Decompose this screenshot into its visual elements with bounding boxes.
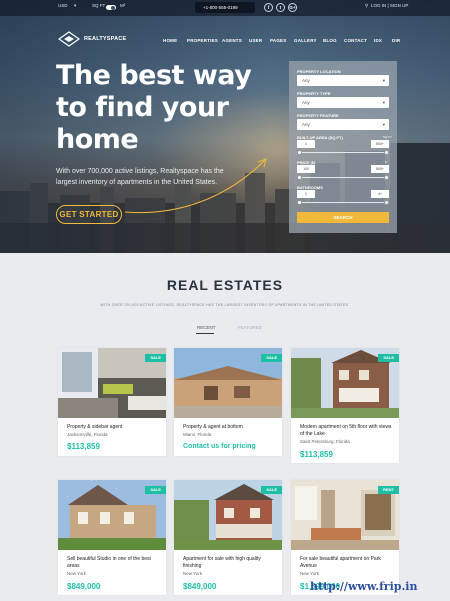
tab-featured[interactable]: FEATURED xyxy=(238,325,262,330)
price-min-field[interactable]: 100 xyxy=(297,165,315,173)
login-signup-link[interactable]: LOG IN | SIGN UP xyxy=(371,3,408,8)
nav-user[interactable]: USER xyxy=(249,38,262,43)
google-plus-icon[interactable]: G+ xyxy=(288,3,297,12)
card-price: Contact us for pricing xyxy=(183,443,256,450)
headline-line-1: The best way xyxy=(56,60,252,91)
nav-agents[interactable]: AGENTS xyxy=(222,38,242,43)
search-panel: PROPERTY LOCATION Any ▾ PROPERTY TYPE Any… xyxy=(289,61,397,233)
property-card[interactable]: SALE Modern apartment on 5th floor with … xyxy=(291,348,399,463)
chevron-down-icon: ▾ xyxy=(382,78,385,83)
status-badge: SALE xyxy=(261,486,282,494)
unit-label: SQ FT xyxy=(92,3,106,8)
nav-dir[interactable]: DIR xyxy=(392,38,400,43)
headline-line-2: to find your xyxy=(56,92,229,123)
type-label: PROPERTY TYPE xyxy=(297,91,331,96)
unit-toggle[interactable] xyxy=(106,5,116,10)
card-location: New York xyxy=(183,571,203,576)
nav-home[interactable]: HOME xyxy=(163,38,177,43)
get-started-button[interactable]: GET STARTED xyxy=(56,205,122,224)
hero-headline: The best way to find your home xyxy=(56,60,256,156)
card-title[interactable]: Apartment for sale with high quality fin… xyxy=(183,556,275,570)
currency-selector[interactable]: USD xyxy=(58,3,68,8)
card-title[interactable]: For sale beautiful apartment on Park Ave… xyxy=(300,556,392,570)
nav-blog[interactable]: BLOG xyxy=(323,38,337,43)
price-slider[interactable] xyxy=(297,175,389,180)
card-price: $113,859 xyxy=(300,450,333,459)
facebook-icon[interactable]: f xyxy=(264,3,273,12)
curved-arrow-icon xyxy=(124,158,267,214)
brand-name[interactable]: REALTYSPACE xyxy=(84,36,126,42)
property-card[interactable]: SALE Property & sidebar agent Jacksonvil… xyxy=(58,348,166,456)
area-min-field[interactable]: 1 xyxy=(297,140,315,148)
card-location: New York xyxy=(300,571,320,576)
card-title[interactable]: Property & sidebar agent xyxy=(67,424,159,431)
nav-pages[interactable]: PAGES xyxy=(270,38,286,43)
card-location: Saint Petersburg, Florida xyxy=(300,439,350,444)
status-badge: SALE xyxy=(378,354,399,362)
card-title[interactable]: Property & agent at bottom xyxy=(183,424,275,431)
price-min-handle[interactable] xyxy=(297,175,302,180)
feature-select[interactable]: Any ▾ xyxy=(297,119,389,130)
phone-box[interactable]: +1-800-555-0199 xyxy=(195,2,255,13)
card-location: New York xyxy=(67,571,87,576)
tab-recent[interactable]: RECENT xyxy=(197,325,216,330)
area-unit: SQ FT xyxy=(383,135,392,139)
area-slider[interactable] xyxy=(297,150,389,155)
feature-value: Any xyxy=(302,122,310,127)
type-value: Any xyxy=(302,100,310,105)
property-card[interactable]: SALE Property & agent at bottom Miami, F… xyxy=(174,348,282,456)
baths-max-handle[interactable] xyxy=(384,200,389,205)
card-title[interactable]: Sell beautiful Studio in one of the best… xyxy=(67,556,159,570)
card-location: Miami, Florida xyxy=(183,432,212,437)
property-card[interactable]: RENT For sale beautiful apartment on Par… xyxy=(291,480,399,595)
baths-max-field[interactable]: 4+ xyxy=(371,190,389,198)
baths-slider[interactable] xyxy=(297,200,389,205)
area-max-handle[interactable] xyxy=(384,150,389,155)
location-label: PROPERTY LOCATION xyxy=(297,69,341,74)
twitter-icon[interactable]: t xyxy=(276,3,285,12)
card-location: Jacksonville, Florida xyxy=(67,432,108,437)
type-select[interactable]: Any ▾ xyxy=(297,97,389,108)
section-subtitle: WITH OVER 700,000 ACTIVE LISTINGS, REALT… xyxy=(100,303,350,307)
chevron-down-icon: ▾ xyxy=(74,3,77,8)
status-badge: RENT xyxy=(378,486,399,494)
card-title[interactable]: Modern apartment on 5th floor with views… xyxy=(300,424,392,438)
top-bar: USD ▾ SQ FT M² +1-800-555-0199 f t G+ ⚲ … xyxy=(0,0,450,16)
card-price: $849,000 xyxy=(67,582,101,591)
watermark-text: http://www.frip.in xyxy=(310,580,418,593)
card-price: $849,000 xyxy=(183,582,217,591)
baths-min-handle[interactable] xyxy=(297,200,302,205)
chevron-down-icon: ▾ xyxy=(382,100,385,105)
location-value: Any xyxy=(302,78,310,83)
area-min-handle[interactable] xyxy=(297,150,302,155)
nav-gallery[interactable]: GALLERY xyxy=(294,38,317,43)
phone-number: +1-800-555-0199 xyxy=(203,5,238,10)
feature-label: PROPERTY FEATURE xyxy=(297,113,339,118)
nav-idx[interactable]: IDX xyxy=(374,38,382,43)
status-badge: SALE xyxy=(145,486,166,494)
chevron-down-icon: ▾ xyxy=(382,122,385,127)
price-max-handle[interactable] xyxy=(384,175,389,180)
nav-properties[interactable]: PROPERTIES xyxy=(187,38,218,43)
status-badge: SALE xyxy=(145,354,166,362)
property-card[interactable]: SALE Apartment for sale with high qualit… xyxy=(174,480,282,595)
price-unit: $ xyxy=(385,160,387,164)
section-title: REAL ESTATES xyxy=(166,277,284,293)
active-tab-indicator xyxy=(196,333,214,334)
location-select[interactable]: Any ▾ xyxy=(297,75,389,86)
card-price: $113,859 xyxy=(67,442,100,451)
area-max-field[interactable]: 500+ xyxy=(371,140,389,148)
search-button[interactable]: SEARCH xyxy=(297,212,389,223)
logo-icon[interactable] xyxy=(58,31,80,47)
nav-contact[interactable]: CONTACT xyxy=(344,38,367,43)
property-card[interactable]: SALE Sell beautiful Studio in one of the… xyxy=(58,480,166,595)
price-max-field[interactable]: 500+ xyxy=(371,165,389,173)
user-icon: ⚲ xyxy=(365,3,369,8)
unit-alt-label: M² xyxy=(120,3,126,8)
status-badge: SALE xyxy=(261,354,282,362)
baths-min-field[interactable]: 1 xyxy=(297,190,315,198)
